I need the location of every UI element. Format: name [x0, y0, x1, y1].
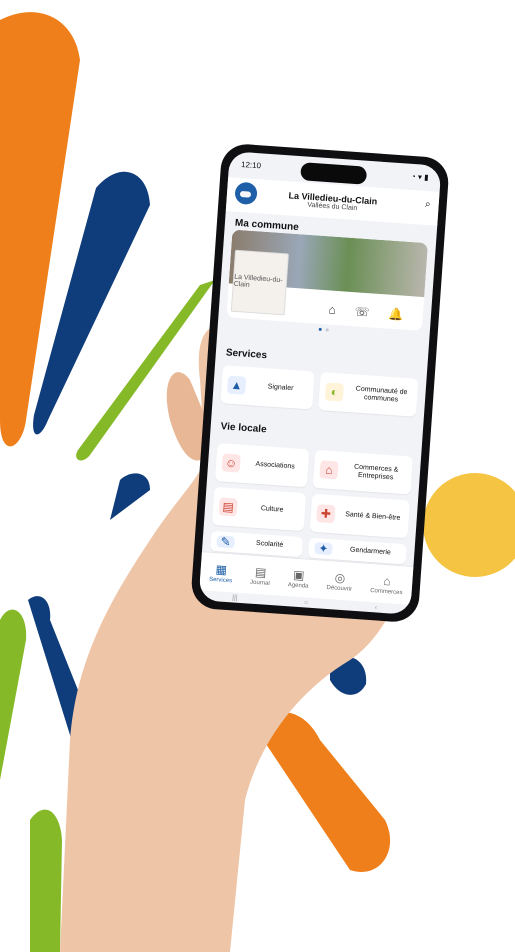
badge-text: La Villedieu-du-Clain: [233, 273, 283, 289]
card-signaler[interactable]: ▲ Signaler: [220, 365, 315, 410]
health-icon: ✚: [316, 504, 336, 524]
status-icons: ◔ ▾ ▮: [410, 171, 429, 183]
town-badge: La Villedieu-du-Clain: [230, 249, 289, 316]
card-label: Associations: [255, 460, 295, 471]
dot-active[interactable]: [318, 327, 322, 331]
nav-label: Découvrir: [326, 584, 353, 593]
shop-icon: ⌂: [383, 573, 392, 588]
nav-decouvrir[interactable]: ◎ Découvrir: [326, 569, 353, 592]
card-label: Culture: [260, 505, 284, 514]
dot-inactive[interactable]: [325, 328, 329, 332]
phone-device: 12:10 ◔ ▾ ▮ La Villedieu-du-Clain Vallée…: [190, 142, 450, 624]
header-title: La Villedieu-du-Clain Vallées du Clain: [288, 190, 377, 213]
school-icon: ✎: [216, 534, 236, 549]
phone-icon[interactable]: ☏: [354, 304, 370, 319]
card-culture[interactable]: ▤ Culture: [211, 486, 307, 532]
section-vie-locale: Vie locale: [220, 421, 267, 436]
card-sante[interactable]: ✚ Santé & Bien-être: [309, 493, 411, 539]
store-icon: ⌂: [319, 460, 339, 480]
nav-label: Agenda: [287, 581, 309, 590]
calendar-icon: ▣: [292, 567, 306, 582]
community-logo-icon: ◐: [324, 382, 345, 402]
card-label: Scolarité: [255, 540, 284, 549]
nav-label: Journal: [249, 579, 270, 587]
journal-icon: ▤: [254, 564, 267, 580]
nav-agenda[interactable]: ▣ Agenda: [288, 567, 310, 589]
section-services: Services: [225, 347, 268, 362]
card-commerces[interactable]: ⌂ Commerces & Entreprises: [312, 449, 414, 495]
bell-icon[interactable]: 🔔: [388, 307, 404, 322]
app-logo[interactable]: [234, 181, 258, 206]
card-communaute[interactable]: ◐ Communauté de communes: [318, 372, 419, 417]
phone-screen: 12:10 ◔ ▾ ▮ La Villedieu-du-Clain Vallée…: [198, 151, 442, 615]
card-label: Communauté de communes: [355, 385, 408, 404]
nav-commerces[interactable]: ⌂ Commerces: [370, 573, 404, 596]
home-icon[interactable]: ⌂: [328, 302, 336, 316]
card-label: Commerces & Entreprises: [353, 463, 399, 482]
compass-icon: ◎: [334, 570, 346, 585]
traffic-cone-icon: ▲: [227, 375, 247, 395]
nav-label: Commerces: [370, 587, 403, 596]
book-icon: ▤: [218, 497, 238, 517]
commune-actions: ⌂ ☏ 🔔: [319, 302, 414, 323]
nav-journal[interactable]: ▤ Journal: [250, 564, 271, 586]
status-time: 12:10: [240, 159, 262, 171]
grid-icon: ▦: [215, 561, 228, 577]
commune-carousel[interactable]: La Villedieu-du-Clain ⌂ ☏ 🔔: [226, 229, 429, 331]
nav-label: Services: [208, 576, 233, 584]
card-label: Signaler: [267, 383, 294, 393]
recents-icon[interactable]: |||: [232, 594, 238, 601]
search-icon[interactable]: ⌕: [425, 199, 431, 210]
police-icon: ✦: [314, 541, 333, 556]
card-associations[interactable]: ☺ Associations: [214, 443, 310, 488]
card-label: Gendarmerie: [349, 546, 391, 557]
nav-services[interactable]: ▦ Services: [209, 561, 233, 584]
people-icon: ☺: [221, 453, 241, 473]
home-button-icon[interactable]: ○: [304, 599, 309, 606]
card-label: Santé & Bien-être: [344, 511, 401, 523]
back-icon[interactable]: ‹: [375, 604, 378, 611]
